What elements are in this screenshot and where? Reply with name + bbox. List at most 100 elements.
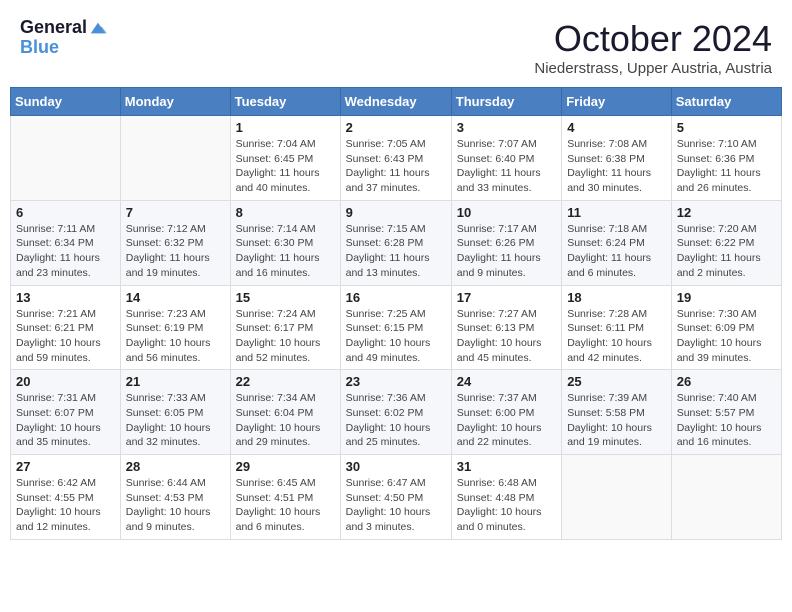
day-content: Sunrise: 7:27 AM Sunset: 6:13 PM Dayligh… xyxy=(457,307,556,366)
calendar-cell: 12 Sunrise: 7:20 AM Sunset: 6:22 PM Dayli… xyxy=(671,200,781,285)
calendar-cell xyxy=(562,455,672,540)
calendar-cell: 8 Sunrise: 7:14 AM Sunset: 6:30 PM Daylig… xyxy=(230,200,340,285)
day-number: 30 xyxy=(346,459,446,474)
day-number: 11 xyxy=(567,205,666,220)
location-text: Niederstrass, Upper Austria, Austria xyxy=(534,60,772,77)
day-content: Sunrise: 7:39 AM Sunset: 5:58 PM Dayligh… xyxy=(567,391,666,450)
day-number: 17 xyxy=(457,290,556,305)
calendar-cell: 5Sunrise: 7:10 AM Sunset: 6:36 PM Daylig… xyxy=(671,116,781,201)
weekday-header-cell: Thursday xyxy=(451,88,561,116)
weekday-header-cell: Friday xyxy=(562,88,672,116)
calendar-cell: 16 Sunrise: 7:25 AM Sunset: 6:15 PM Dayli… xyxy=(340,285,451,370)
calendar-cell: 21 Sunrise: 7:33 AM Sunset: 6:05 PM Dayli… xyxy=(120,370,230,455)
day-number: 4 xyxy=(567,120,666,135)
calendar-cell xyxy=(11,116,121,201)
calendar-cell: 25 Sunrise: 7:39 AM Sunset: 5:58 PM Dayli… xyxy=(562,370,672,455)
calendar-cell: 30 Sunrise: 6:47 AM Sunset: 4:50 PM Dayli… xyxy=(340,455,451,540)
calendar-week-row: 6 Sunrise: 7:11 AM Sunset: 6:34 PM Daylig… xyxy=(11,200,782,285)
day-number: 20 xyxy=(16,374,115,389)
calendar-body: 1Sunrise: 7:04 AM Sunset: 6:45 PM Daylig… xyxy=(11,116,782,540)
day-content: Sunrise: 7:30 AM Sunset: 6:09 PM Dayligh… xyxy=(677,307,776,366)
day-content: Sunrise: 7:28 AM Sunset: 6:11 PM Dayligh… xyxy=(567,307,666,366)
day-number: 21 xyxy=(126,374,225,389)
day-content: Sunrise: 7:36 AM Sunset: 6:02 PM Dayligh… xyxy=(346,391,446,450)
day-content: Sunrise: 6:47 AM Sunset: 4:50 PM Dayligh… xyxy=(346,476,446,535)
day-content: Sunrise: 7:25 AM Sunset: 6:15 PM Dayligh… xyxy=(346,307,446,366)
calendar-cell: 20 Sunrise: 7:31 AM Sunset: 6:07 PM Dayli… xyxy=(11,370,121,455)
weekday-header-cell: Sunday xyxy=(11,88,121,116)
page-header: General Blue October 2024 Niederstrass, … xyxy=(10,10,782,81)
day-content: Sunrise: 7:07 AM Sunset: 6:40 PM Dayligh… xyxy=(457,137,556,196)
calendar-cell: 19 Sunrise: 7:30 AM Sunset: 6:09 PM Dayli… xyxy=(671,285,781,370)
month-title: October 2024 xyxy=(534,18,772,60)
day-content: Sunrise: 7:20 AM Sunset: 6:22 PM Dayligh… xyxy=(677,222,776,281)
day-number: 13 xyxy=(16,290,115,305)
weekday-header-row: SundayMondayTuesdayWednesdayThursdayFrid… xyxy=(11,88,782,116)
day-number: 16 xyxy=(346,290,446,305)
day-content: Sunrise: 6:48 AM Sunset: 4:48 PM Dayligh… xyxy=(457,476,556,535)
day-number: 18 xyxy=(567,290,666,305)
day-content: Sunrise: 7:08 AM Sunset: 6:38 PM Dayligh… xyxy=(567,137,666,196)
calendar-cell: 13 Sunrise: 7:21 AM Sunset: 6:21 PM Dayli… xyxy=(11,285,121,370)
calendar-cell: 7Sunrise: 7:12 AM Sunset: 6:32 PM Daylig… xyxy=(120,200,230,285)
calendar-cell: 24Sunrise: 7:37 AM Sunset: 6:00 PM Dayli… xyxy=(451,370,561,455)
calendar-cell: 14Sunrise: 7:23 AM Sunset: 6:19 PM Dayli… xyxy=(120,285,230,370)
calendar-cell: 2Sunrise: 7:05 AM Sunset: 6:43 PM Daylig… xyxy=(340,116,451,201)
day-number: 25 xyxy=(567,374,666,389)
day-content: Sunrise: 7:04 AM Sunset: 6:45 PM Dayligh… xyxy=(236,137,335,196)
calendar-cell: 27 Sunrise: 6:42 AM Sunset: 4:55 PM Dayli… xyxy=(11,455,121,540)
logo-blue-text: Blue xyxy=(20,38,59,58)
calendar-cell xyxy=(671,455,781,540)
day-number: 26 xyxy=(677,374,776,389)
day-number: 19 xyxy=(677,290,776,305)
weekday-header-cell: Monday xyxy=(120,88,230,116)
calendar-cell: 28Sunrise: 6:44 AM Sunset: 4:53 PM Dayli… xyxy=(120,455,230,540)
day-content: Sunrise: 7:33 AM Sunset: 6:05 PM Dayligh… xyxy=(126,391,225,450)
calendar-week-row: 1Sunrise: 7:04 AM Sunset: 6:45 PM Daylig… xyxy=(11,116,782,201)
calendar-cell: 26 Sunrise: 7:40 AM Sunset: 5:57 PM Dayli… xyxy=(671,370,781,455)
logo-icon xyxy=(89,19,107,37)
day-number: 8 xyxy=(236,205,335,220)
day-content: Sunrise: 7:40 AM Sunset: 5:57 PM Dayligh… xyxy=(677,391,776,450)
day-content: Sunrise: 7:18 AM Sunset: 6:24 PM Dayligh… xyxy=(567,222,666,281)
day-number: 14 xyxy=(126,290,225,305)
logo-text: General xyxy=(20,18,87,38)
day-content: Sunrise: 7:10 AM Sunset: 6:36 PM Dayligh… xyxy=(677,137,776,196)
day-number: 12 xyxy=(677,205,776,220)
weekday-header-cell: Wednesday xyxy=(340,88,451,116)
day-content: Sunrise: 7:15 AM Sunset: 6:28 PM Dayligh… xyxy=(346,222,446,281)
calendar-cell: 22Sunrise: 7:34 AM Sunset: 6:04 PM Dayli… xyxy=(230,370,340,455)
day-number: 24 xyxy=(457,374,556,389)
calendar-cell: 18 Sunrise: 7:28 AM Sunset: 6:11 PM Dayli… xyxy=(562,285,672,370)
calendar-cell: 6 Sunrise: 7:11 AM Sunset: 6:34 PM Daylig… xyxy=(11,200,121,285)
day-number: 28 xyxy=(126,459,225,474)
logo: General Blue xyxy=(20,18,107,58)
day-number: 3 xyxy=(457,120,556,135)
calendar-week-row: 27 Sunrise: 6:42 AM Sunset: 4:55 PM Dayli… xyxy=(11,455,782,540)
day-content: Sunrise: 7:14 AM Sunset: 6:30 PM Dayligh… xyxy=(236,222,335,281)
calendar-cell: 15 Sunrise: 7:24 AM Sunset: 6:17 PM Dayli… xyxy=(230,285,340,370)
day-number: 29 xyxy=(236,459,335,474)
day-content: Sunrise: 7:31 AM Sunset: 6:07 PM Dayligh… xyxy=(16,391,115,450)
day-number: 10 xyxy=(457,205,556,220)
calendar-cell: 10Sunrise: 7:17 AM Sunset: 6:26 PM Dayli… xyxy=(451,200,561,285)
day-number: 9 xyxy=(346,205,446,220)
day-content: Sunrise: 7:21 AM Sunset: 6:21 PM Dayligh… xyxy=(16,307,115,366)
weekday-header-cell: Saturday xyxy=(671,88,781,116)
calendar-cell: 17 Sunrise: 7:27 AM Sunset: 6:13 PM Dayli… xyxy=(451,285,561,370)
day-content: Sunrise: 7:11 AM Sunset: 6:34 PM Dayligh… xyxy=(16,222,115,281)
calendar-cell: 1Sunrise: 7:04 AM Sunset: 6:45 PM Daylig… xyxy=(230,116,340,201)
day-content: Sunrise: 6:45 AM Sunset: 4:51 PM Dayligh… xyxy=(236,476,335,535)
day-number: 31 xyxy=(457,459,556,474)
day-number: 15 xyxy=(236,290,335,305)
day-content: Sunrise: 6:42 AM Sunset: 4:55 PM Dayligh… xyxy=(16,476,115,535)
calendar-week-row: 13 Sunrise: 7:21 AM Sunset: 6:21 PM Dayli… xyxy=(11,285,782,370)
day-number: 27 xyxy=(16,459,115,474)
day-number: 6 xyxy=(16,205,115,220)
day-content: Sunrise: 7:24 AM Sunset: 6:17 PM Dayligh… xyxy=(236,307,335,366)
day-number: 7 xyxy=(126,205,225,220)
day-content: Sunrise: 7:05 AM Sunset: 6:43 PM Dayligh… xyxy=(346,137,446,196)
calendar-cell: 29 Sunrise: 6:45 AM Sunset: 4:51 PM Dayli… xyxy=(230,455,340,540)
calendar-cell xyxy=(120,116,230,201)
day-content: Sunrise: 7:34 AM Sunset: 6:04 PM Dayligh… xyxy=(236,391,335,450)
